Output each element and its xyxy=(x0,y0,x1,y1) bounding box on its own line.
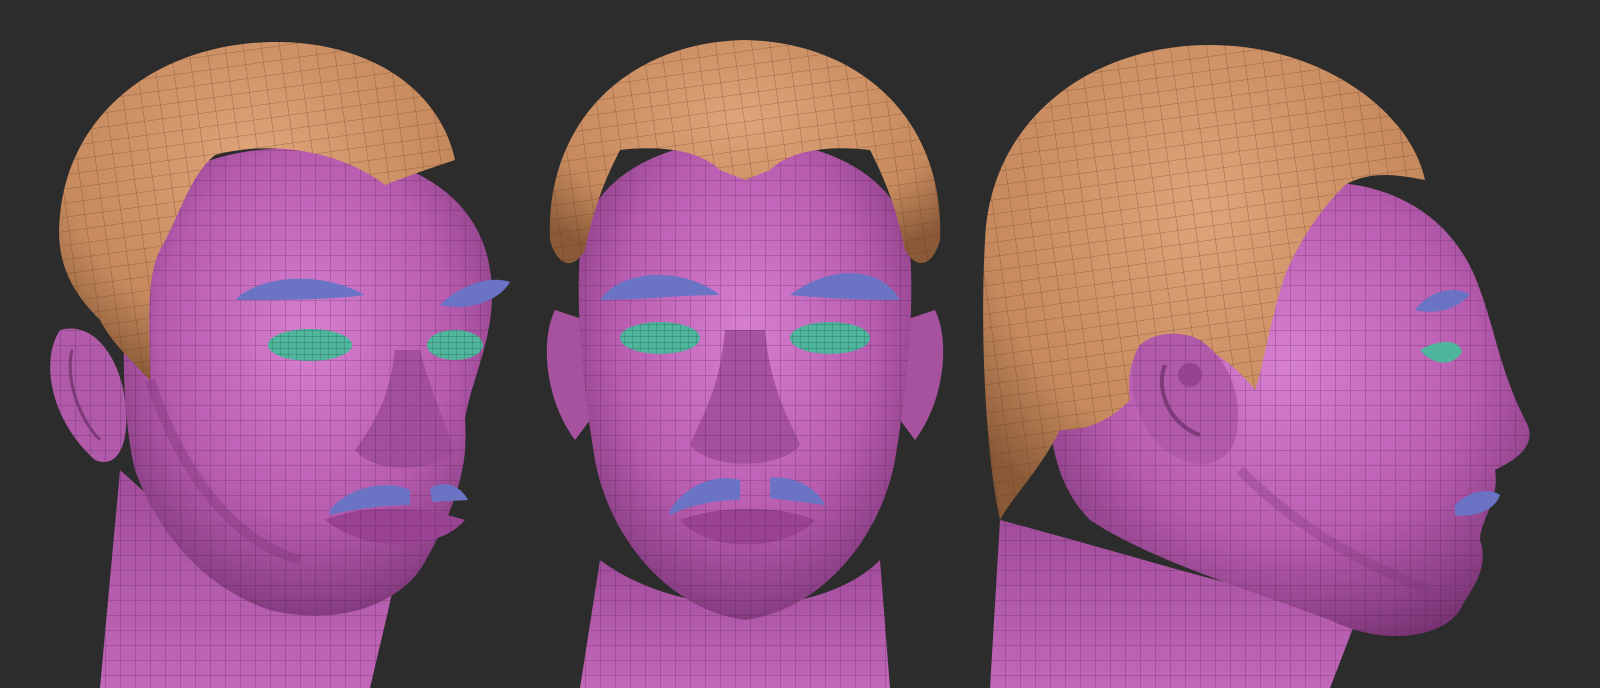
head-profile-view xyxy=(983,45,1530,688)
head-three-quarter-view xyxy=(50,41,510,688)
sculpt-viewport xyxy=(0,0,1600,688)
mustache-right xyxy=(430,484,468,502)
head-renders xyxy=(50,40,1530,688)
head-front-view xyxy=(546,40,944,688)
